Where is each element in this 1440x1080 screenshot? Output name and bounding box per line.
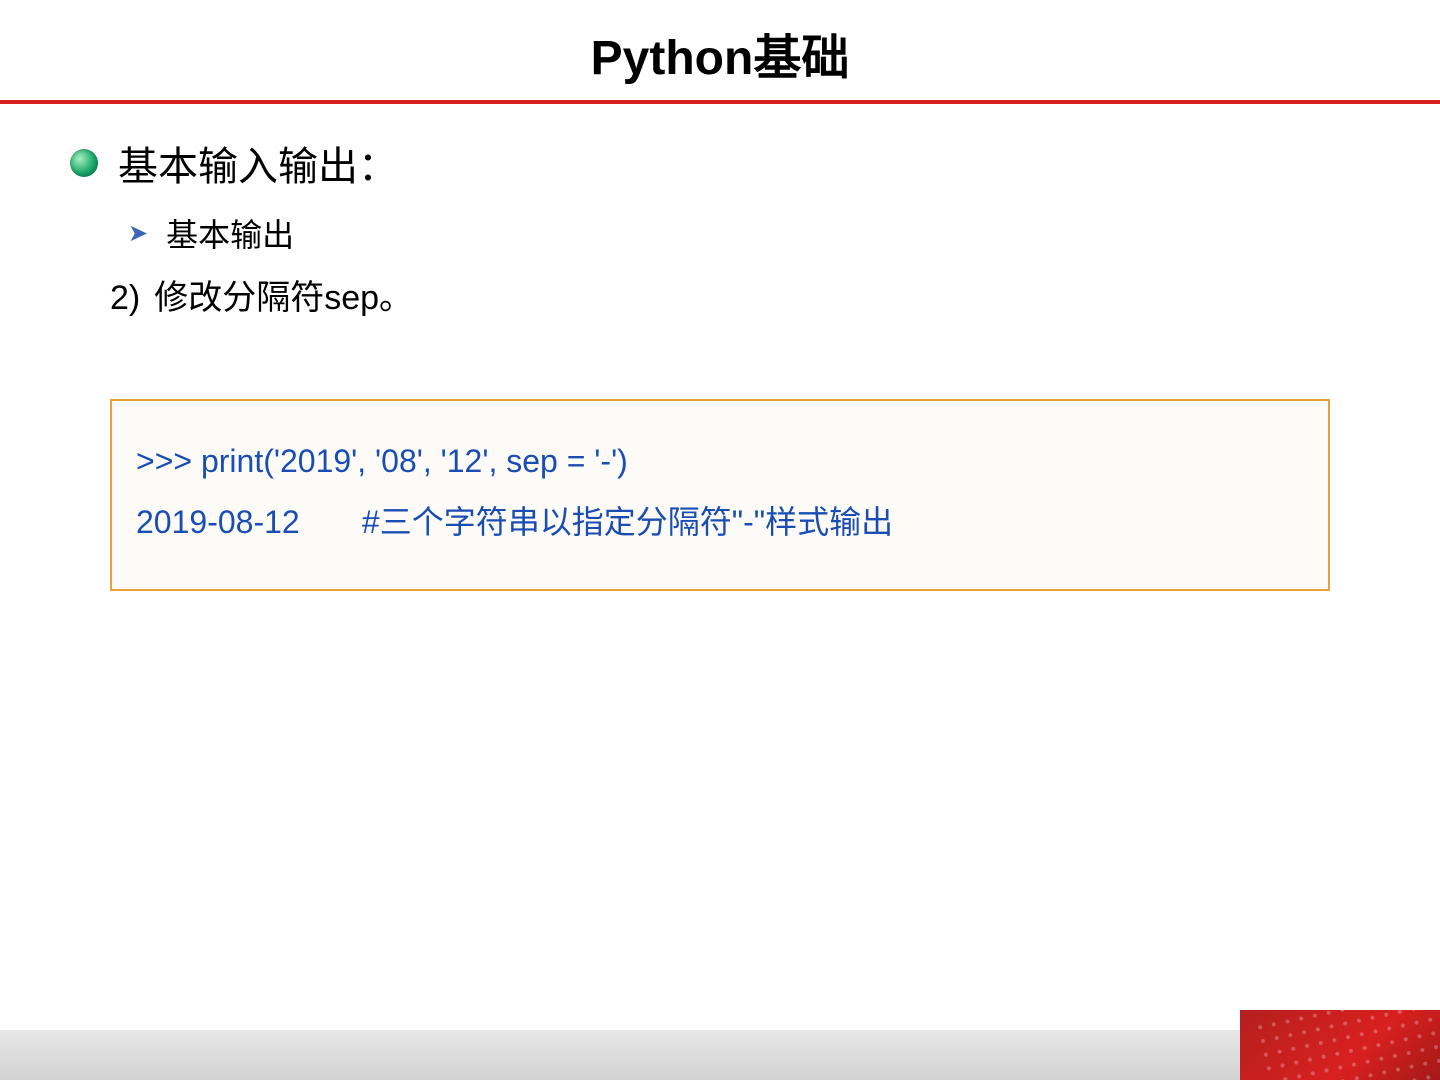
bullet-row: 基本输入输出： [70, 134, 1370, 192]
page-title: Python基础 [0, 0, 1440, 100]
number-label: 2) [110, 279, 140, 318]
footer-bar [0, 1030, 1440, 1080]
dots-pattern [1252, 1010, 1440, 1080]
code-line-1: >>> print('2019', '08', '12', sep = '-') [136, 431, 1304, 492]
footer-accent [1240, 1010, 1440, 1080]
numbered-row: 2) 修改分隔符sep。 [110, 270, 1370, 319]
chevron-right-icon: ➤ [128, 219, 148, 248]
code-block: >>> print('2019', '08', '12', sep = '-')… [110, 399, 1330, 591]
footer [0, 1010, 1440, 1080]
bullet-text: 基本输入输出： [118, 134, 398, 192]
sub-bullet-row: ➤ 基本输出 [128, 210, 1370, 256]
numbered-text: 修改分隔符sep。 [154, 270, 413, 319]
bullet-icon [70, 149, 98, 177]
code-line-2: 2019-08-12 #三个字符串以指定分隔符"-"样式输出 [136, 492, 1304, 553]
slide: Python基础 基本输入输出： ➤ 基本输出 2) 修改分隔符sep。 >>>… [0, 0, 1440, 1080]
content-area: 基本输入输出： ➤ 基本输出 2) 修改分隔符sep。 >>> print('2… [0, 104, 1440, 591]
sub-bullet-text: 基本输出 [166, 210, 294, 256]
